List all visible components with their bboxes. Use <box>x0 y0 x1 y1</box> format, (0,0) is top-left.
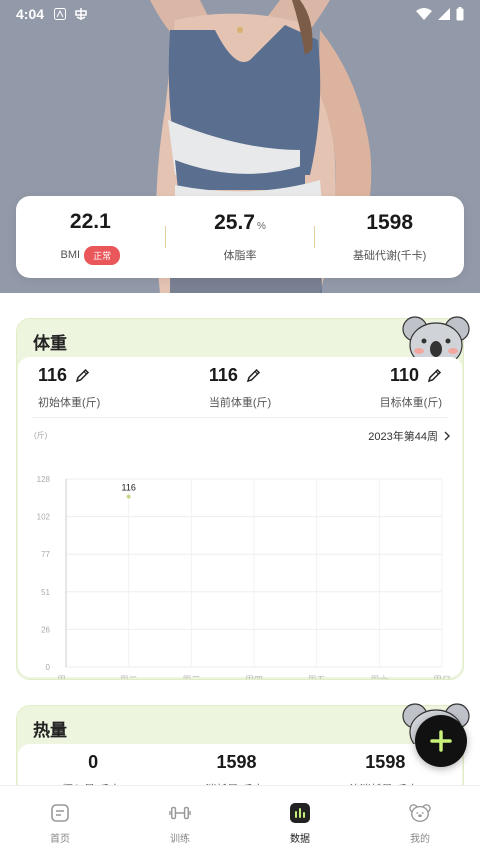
nav-training-label: 训练 <box>170 834 190 845</box>
x-tick-label: 周三 <box>182 675 200 679</box>
bmi-value: 22.1 <box>69 209 111 233</box>
body-fat-label: 体脂率 <box>223 250 257 262</box>
initial-weight-label: 初始体重(斤) <box>38 397 101 409</box>
calorie-remaining-value: 1598 <box>365 752 406 772</box>
nav-profile-label: 我的 <box>410 834 430 845</box>
edit-pencil-icon[interactable] <box>75 368 90 383</box>
y-tick-label: 77 <box>41 550 50 559</box>
chart-icon <box>290 803 310 823</box>
current-weight-value: 116 <box>208 365 238 385</box>
notification-a-icon <box>54 8 67 20</box>
target-weight[interactable]: 110 目标体重(斤) <box>380 365 442 410</box>
plus-icon <box>430 730 452 752</box>
x-tick-label: 周五 <box>308 675 326 679</box>
bmi-label: BMI <box>60 249 81 261</box>
nav-data-label: 数据 <box>290 834 310 845</box>
bmr-value: 1598 <box>366 211 414 234</box>
status-bar: 4:04 <box>0 0 480 28</box>
target-weight-value: 110 <box>389 365 419 385</box>
notification-app-icon <box>75 8 87 20</box>
add-record-button[interactable] <box>415 715 467 767</box>
weight-card-body: 116 初始体重(斤) 116 当前体重(斤) 110 目标体重(斤) (斤) … <box>18 357 462 679</box>
status-time: 4:04 <box>16 6 45 22</box>
calorie-card-title: 热量 <box>33 721 67 740</box>
nav-home-label: 首页 <box>50 834 70 845</box>
body-fat-metric[interactable]: 25.7% 体脂率 <box>166 211 315 263</box>
y-tick-label: 128 <box>37 475 51 484</box>
divider <box>32 417 448 418</box>
y-tick-label: 102 <box>37 513 51 522</box>
battery-icon <box>456 7 464 21</box>
y-tick-label: 51 <box>41 588 50 597</box>
nav-home[interactable]: 首页 <box>0 786 120 855</box>
current-weight-label: 当前体重(斤) <box>208 397 272 409</box>
x-tick-label: 周一 <box>57 675 75 679</box>
initial-weight[interactable]: 116 初始体重(斤) <box>38 365 100 410</box>
x-tick-label: 周六 <box>370 674 388 679</box>
bmi-metric[interactable]: 22.1 BMI 正常 <box>16 210 165 265</box>
nav-data[interactable]: 数据 <box>240 786 360 855</box>
body-fat-value: 25.7% <box>214 211 266 234</box>
data-label: 116 <box>121 483 135 493</box>
dumbbell-icon <box>169 806 191 820</box>
calorie-intake-value: 0 <box>88 752 99 772</box>
bottom-nav: 首页 训练 数据 我的 <box>0 785 480 855</box>
calorie-burned-value: 1598 <box>216 752 257 772</box>
body-metrics-card: 22.1 BMI 正常 25.7% 体脂率 1598 基础代谢(千卡) <box>16 196 464 278</box>
target-weight-label: 目标体重(斤) <box>379 397 442 409</box>
current-weight[interactable]: 116 当前体重(斤) <box>209 365 271 410</box>
weight-card: 体重 116 初始体重(斤) 116 当前体重(斤) 110 目标体重(斤) (… <box>16 316 470 680</box>
profile-icon <box>409 804 431 822</box>
signal-icon <box>438 8 450 20</box>
bmr-metric[interactable]: 1598 基础代谢(千卡) <box>315 211 464 263</box>
y-tick-label: 26 <box>41 625 50 634</box>
nav-profile[interactable]: 我的 <box>360 786 480 855</box>
y-tick-label: 0 <box>46 663 51 672</box>
home-icon <box>51 804 69 822</box>
edit-pencil-icon[interactable] <box>427 368 442 383</box>
initial-weight-value: 116 <box>38 365 68 385</box>
weight-card-title: 体重 <box>33 334 67 353</box>
bmr-label: 基础代谢(千卡) <box>353 250 427 262</box>
edit-pencil-icon[interactable] <box>246 368 261 383</box>
x-tick-label: 周日 <box>433 675 451 679</box>
wifi-icon <box>416 8 432 20</box>
x-tick-label: 周二 <box>120 675 138 679</box>
data-point <box>126 494 131 499</box>
bmi-status-badge: 正常 <box>84 245 121 265</box>
x-tick-label: 周四 <box>245 675 263 679</box>
nav-training[interactable]: 训练 <box>120 786 240 855</box>
weight-chart: 128 102 77 51 26 0 周一 周二 周三 周四 周五 周六 周日 116 <box>37 475 451 679</box>
